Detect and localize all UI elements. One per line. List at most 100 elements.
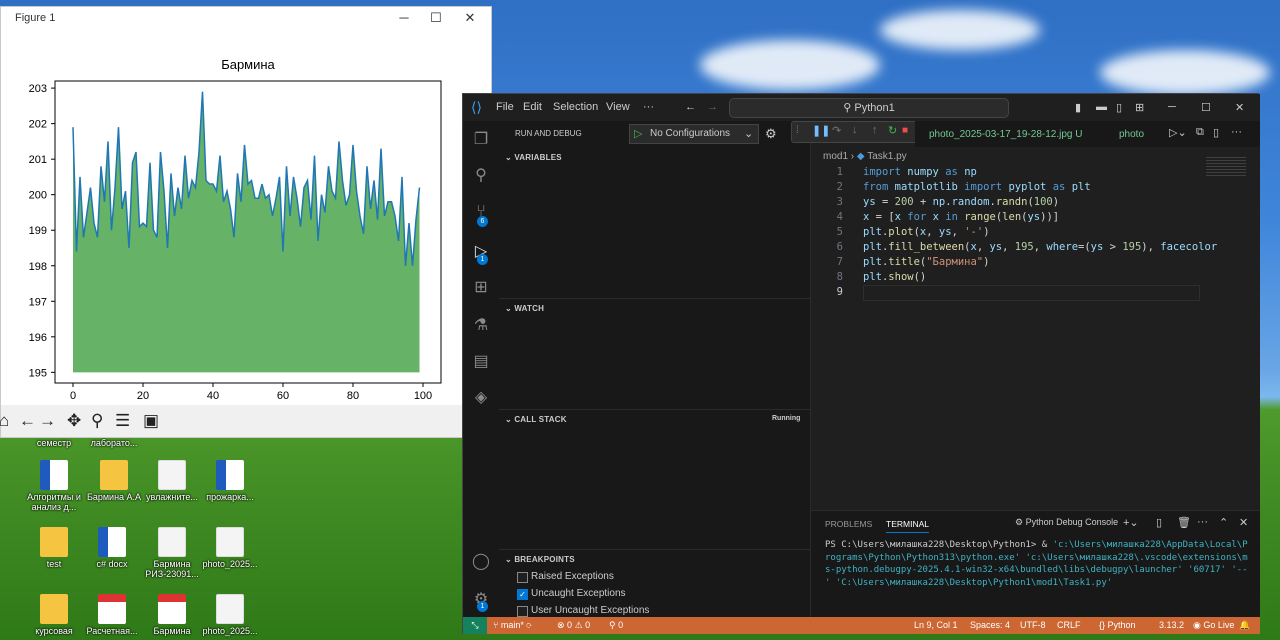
watch-section-header[interactable]: ⌄ WATCH: [505, 304, 544, 313]
desktop-icon[interactable]: Алгоритмы и анализ д...: [24, 460, 84, 512]
language-mode[interactable]: {} Python: [1099, 620, 1136, 630]
step-out-icon[interactable]: ↑: [872, 124, 878, 136]
cursor-position[interactable]: Ln 9, Col 1: [914, 620, 958, 630]
toggle-sidebar-icon[interactable]: ▮: [1075, 101, 1081, 114]
new-terminal-icon[interactable]: +⌄: [1123, 516, 1139, 529]
toggle-secondary-icon[interactable]: ▯: [1116, 101, 1122, 114]
command-center[interactable]: ⚲ Python1: [729, 98, 1009, 118]
minimize-button[interactable]: ─: [1168, 101, 1176, 113]
image-icon: [158, 527, 186, 557]
nav-forward-icon[interactable]: →: [707, 101, 718, 113]
more-icon[interactable]: ···: [1197, 516, 1208, 528]
terminal-output[interactable]: PS C:\Users\милашка228\Desktop\Python1> …: [825, 539, 1251, 589]
gear-icon[interactable]: ⚙: [765, 126, 777, 142]
desktop-icon[interactable]: Расчетная...: [82, 594, 142, 636]
more-actions-icon[interactable]: ···: [1231, 126, 1242, 138]
close-button[interactable]: ✕: [1235, 101, 1244, 114]
stop-icon[interactable]: ■: [902, 125, 908, 136]
problems-status[interactable]: ⊗ 0 ⚠ 0: [557, 620, 590, 631]
minimap[interactable]: [1206, 157, 1246, 177]
notifications-icon[interactable]: 🔔: [1239, 620, 1250, 631]
desktop-icon[interactable]: прожарка...: [200, 460, 260, 502]
docker-icon[interactable]: ▤: [471, 351, 491, 371]
python-version[interactable]: 3.13.2: [1159, 620, 1184, 630]
extensions-icon[interactable]: ⊞: [471, 277, 491, 297]
tab-problems[interactable]: PROBLEMS: [825, 519, 872, 529]
save-icon[interactable]: ▣: [143, 411, 159, 431]
desktop-icon[interactable]: Бармина РИЗ-23091...: [142, 527, 202, 579]
pan-icon[interactable]: ✥: [67, 411, 81, 431]
breakpoints-section-header[interactable]: ⌄ BREAKPOINTS: [505, 555, 575, 564]
maximize-button[interactable]: ☐: [1201, 101, 1211, 114]
kill-terminal-icon[interactable]: 🗑: [1177, 516, 1191, 529]
desktop-icon-label: Бармина А.А: [86, 492, 142, 502]
menu-file[interactable]: File: [496, 101, 514, 113]
code-editor[interactable]: mod1 › ◆ Task1.py 1 2 3 4 5 6 7 8 9 impo…: [811, 147, 1260, 510]
desktop-icon[interactable]: Бармина А.А: [84, 460, 144, 502]
terminal-selector[interactable]: ⚙ Python Debug Console: [1015, 517, 1118, 528]
close-panel-icon[interactable]: ✕: [1239, 516, 1248, 529]
pause-icon[interactable]: ❚❚: [812, 124, 830, 137]
zoom-icon[interactable]: ⚲: [91, 411, 103, 431]
step-over-icon[interactable]: ↷: [832, 124, 841, 137]
user-uncaught-exceptions-checkbox[interactable]: [517, 606, 528, 617]
testing-icon[interactable]: ⚗: [471, 315, 491, 335]
search-icon[interactable]: ⚲: [471, 165, 491, 185]
forward-icon[interactable]: →: [39, 411, 56, 431]
maximize-button[interactable]: ☐: [421, 7, 451, 29]
indentation[interactable]: Spaces: 4: [970, 620, 1010, 630]
maximize-panel-icon[interactable]: ⌃: [1219, 516, 1228, 529]
menu-edit[interactable]: Edit: [523, 101, 542, 113]
uncaught-exceptions-checkbox[interactable]: ✓: [517, 589, 528, 600]
line-ending[interactable]: CRLF: [1057, 620, 1081, 630]
step-into-icon[interactable]: ↓: [852, 124, 858, 136]
desktop-icon[interactable]: курсовая: [24, 594, 84, 636]
vscode-logo-icon: ⟨⟩: [471, 99, 482, 115]
variables-section-header[interactable]: ⌄ VARIABLES: [505, 153, 562, 162]
split-terminal-icon[interactable]: ▯: [1156, 516, 1162, 529]
desktop-icon[interactable]: c# docx: [82, 527, 142, 569]
tab-terminal[interactable]: TERMINAL: [886, 519, 929, 533]
open-changes-icon[interactable]: ⧉: [1196, 126, 1204, 139]
tab-photo-image[interactable]: photo_2025-03-17_19-28-12.jpg U: [929, 129, 1082, 140]
encoding[interactable]: UTF-8: [1020, 620, 1046, 630]
back-icon[interactable]: ←: [19, 411, 36, 431]
restart-icon[interactable]: ↻: [888, 124, 897, 137]
nav-back-icon[interactable]: ←: [685, 101, 696, 113]
raised-exceptions-checkbox[interactable]: [517, 572, 528, 583]
desktop-icon-label: Расчетная...: [86, 626, 138, 636]
toggle-panel-icon[interactable]: ▬: [1096, 101, 1107, 113]
desktop-icon[interactable]: увлажните...: [142, 460, 202, 502]
accounts-icon[interactable]: ◯: [471, 551, 491, 571]
debug-config-select[interactable]: ▷ No Configurations ⌄: [629, 124, 759, 144]
desktop-icon[interactable]: test: [24, 527, 84, 569]
split-editor-icon[interactable]: ▯: [1213, 126, 1219, 139]
desktop-icon[interactable]: Бармина: [142, 594, 202, 636]
explorer-icon[interactable]: ❐: [471, 129, 491, 149]
remote-icon[interactable]: ⤡: [463, 617, 487, 634]
python-icon[interactable]: ◈: [471, 387, 491, 407]
menu-view[interactable]: View: [606, 101, 630, 113]
menu-selection[interactable]: Selection: [553, 101, 598, 113]
home-icon[interactable]: ⌂: [0, 411, 9, 431]
breadcrumb-file[interactable]: Task1.py: [867, 151, 906, 162]
desktop-icon[interactable]: лаборато...: [84, 438, 144, 448]
menu-more[interactable]: ···: [643, 101, 654, 113]
breadcrumb-folder[interactable]: mod1: [823, 151, 848, 162]
desktop-icon[interactable]: photo_2025...: [200, 527, 260, 569]
desktop-icon[interactable]: семестр: [24, 438, 84, 448]
configure-icon[interactable]: ☰: [115, 411, 130, 431]
callstack-section-header[interactable]: ⌄ CALL STACK: [505, 415, 567, 424]
customize-layout-icon[interactable]: ⊞: [1135, 101, 1144, 114]
minimize-button[interactable]: ─: [389, 7, 419, 29]
run-file-icon[interactable]: ▷⌄: [1169, 126, 1187, 139]
close-button[interactable]: ✕: [455, 7, 485, 29]
code-line-2: from matplotlib import pyplot as plt: [863, 181, 1091, 193]
branch-status[interactable]: ⑂ main* ⟳: [493, 620, 532, 630]
ports-status[interactable]: ⚲ 0: [609, 620, 623, 631]
tab-photo[interactable]: photo: [1119, 129, 1144, 140]
go-live-button[interactable]: ◉ Go Live: [1193, 620, 1234, 631]
desktop-icon[interactable]: photo_2025...: [200, 594, 260, 636]
drag-handle-icon[interactable]: ⁞: [796, 125, 799, 136]
start-debug-icon[interactable]: ▷: [634, 127, 642, 140]
